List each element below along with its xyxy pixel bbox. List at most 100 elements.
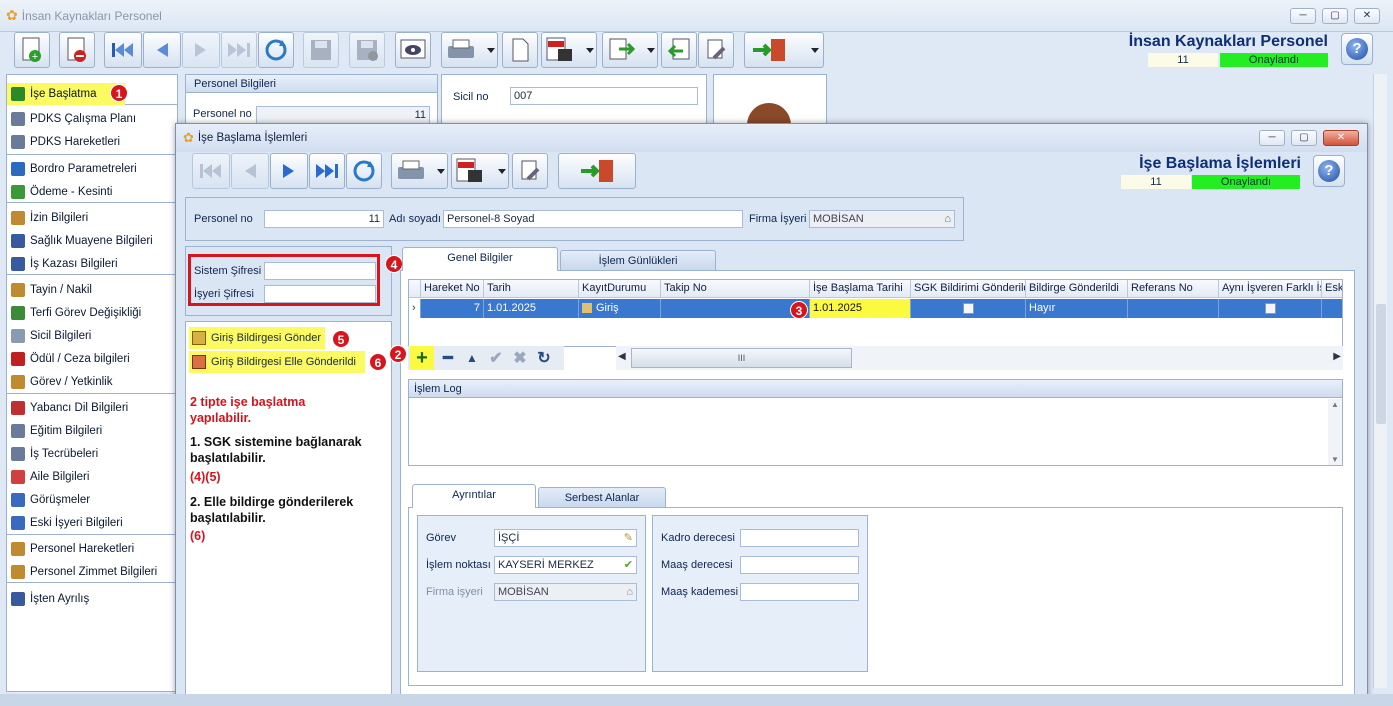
dialog-personel-no-field[interactable]: 11 [264,210,384,228]
dialog-refresh-button[interactable] [346,153,382,189]
sidebar-item-15[interactable]: Eğitim Bilgileri [7,420,177,442]
col-ise-baslama-tarihi[interactable]: İşe Başlama Tarihi [810,280,911,297]
refresh-button[interactable] [258,32,294,68]
exit-button[interactable] [744,32,824,68]
cell-sgk-bildirimi[interactable] [911,299,1026,318]
cell-eski[interactable] [1322,299,1342,318]
tab-serbest-alanlar[interactable]: Serbest Alanlar [538,487,666,509]
sidebar-item-14[interactable]: Yabancı Dil Bilgileri [7,397,177,419]
ayni-isveren-checkbox[interactable] [1264,302,1276,314]
sidebar-item-11[interactable]: Sicil Bilgileri [7,325,177,347]
sidebar-item-3[interactable]: PDKS Hareketleri [7,131,177,153]
cell-bildirge-gonderildi[interactable]: Hayır [1026,299,1128,318]
cell-kayit-durumu[interactable]: Giriş [579,299,661,318]
sidebar-item-7[interactable]: Sağlık Muayene Bilgileri [7,230,177,252]
save-button[interactable] [303,32,339,68]
move-up-button[interactable]: ▲ [460,346,484,370]
close-button[interactable]: ✕ [1354,8,1380,24]
confirm-button[interactable]: ✔ [484,346,508,370]
islem-noktasi-field[interactable]: KAYSERİ MERKEZ ✔ [494,556,637,574]
transfer-button[interactable] [602,32,658,68]
sicil-no-field[interactable]: 007 [510,87,698,105]
bank-icon[interactable]: ⌂ [944,211,951,227]
col-referans-no[interactable]: Referans No [1128,280,1219,297]
sidebar-item-6[interactable]: İzin Bilgileri [7,207,177,229]
new-record-button[interactable]: + [14,32,50,68]
dialog-export-pdf-button[interactable] [451,153,509,189]
sidebar-item-9[interactable]: Tayin / Nakil [7,279,177,301]
dialog-help-button[interactable]: ? [1313,155,1345,187]
col-ayni-isveren[interactable]: Aynı İşveren Farklı İş [1219,280,1322,297]
cancel-button[interactable]: ✖ [508,346,532,370]
next-record-button[interactable] [182,32,220,68]
firma-isyeri-field[interactable]: MOBİSAN ⌂ [809,210,955,228]
dialog-first-button[interactable] [192,153,230,189]
maas-kademesi-input[interactable] [740,583,859,601]
giris-bildirgesi-gonder-button[interactable]: Giriş Bildirgesi Gönder [189,327,325,349]
tab-ayrintilar[interactable]: Ayrıntılar [412,484,536,508]
dialog-print-button[interactable] [391,153,448,189]
sidebar-item-4[interactable]: Bordro Parametreleri [7,158,177,180]
col-eski[interactable]: Eski [1322,280,1342,297]
sidebar-item-22[interactable]: İşten Ayrılış [7,588,177,610]
sidebar-item-8[interactable]: İş Kazası Bilgileri [7,253,177,275]
preview-button[interactable] [395,32,431,68]
col-bildirge-gonderildi[interactable]: Bildirge Gönderildi [1026,280,1128,297]
col-sgk-bildirimi[interactable]: SGK Bildirimi Gönderildi [911,280,1026,297]
sidebar-item-12[interactable]: Ödül / Ceza bilgileri [7,348,177,370]
sidebar-item-19[interactable]: Eski İşyeri Bilgileri [7,512,177,534]
refresh-row-button[interactable]: ↻ [532,346,556,370]
attachment-button[interactable] [502,32,538,68]
adi-soyadi-field[interactable]: Personel-8 Soyad [443,210,743,228]
import-button[interactable] [661,32,697,68]
col-tarih[interactable]: Tarih [484,280,579,297]
gorev-field[interactable]: İŞÇİ ✎ [494,529,637,547]
giris-bildirgesi-elle-button[interactable]: Giriş Bildirgesi Elle Gönderildi [189,351,365,373]
delete-record-button[interactable] [59,32,95,68]
maas-derecesi-input[interactable] [740,556,859,574]
cell-ayni-isveren[interactable] [1219,299,1322,318]
cell-referans-no[interactable] [1128,299,1219,318]
cell-takip-no[interactable] [661,299,810,318]
maximize-button[interactable]: ▢ [1322,8,1348,24]
dialog-maximize-button[interactable]: ▢ [1291,130,1317,146]
check-icon[interactable]: ✔ [624,557,633,573]
minimize-button[interactable]: ─ [1290,8,1316,24]
dialog-last-button[interactable] [309,153,345,189]
cell-ise-baslama-tarihi[interactable]: 1.01.2025 [810,299,911,318]
sidebar-item-5[interactable]: Ödeme - Kesinti [7,181,177,203]
log-vertical-scrollbar[interactable]: ▲ ▼ [1328,399,1342,465]
export-pdf-button[interactable] [541,32,597,68]
cell-hareket-no[interactable]: 7 [421,299,484,318]
scroll-down-icon[interactable]: ▼ [1331,455,1339,464]
cell-tarih[interactable]: 1.01.2025 [484,299,579,318]
settings-button[interactable] [698,32,734,68]
personel-no-field[interactable]: 11 [256,106,430,124]
dialog-settings-button[interactable] [512,153,548,189]
first-record-button[interactable] [104,32,142,68]
print-button[interactable] [441,32,498,68]
grid-horizontal-scrollbar[interactable]: ◀ III ▶ [616,346,1343,370]
last-record-button[interactable] [221,32,257,68]
sidebar-item-21[interactable]: Personel Zimmet Bilgileri [7,561,177,583]
sidebar-item-18[interactable]: Görüşmeler [7,489,177,511]
table-row[interactable]: › 7 1.01.2025 Giriş 1.01.2025 Hayır [409,299,1342,318]
isyeri-sifresi-input[interactable] [264,285,376,303]
kadro-derecesi-input[interactable] [740,529,859,547]
col-kayit-durumu[interactable]: KayıtDurumu [579,280,661,297]
sistem-sifresi-input[interactable] [264,262,376,280]
col-takip-no[interactable]: Takip No [661,280,810,297]
sidebar-item-20[interactable]: Personel Hareketleri [7,538,177,560]
sidebar-item-13[interactable]: Görev / Yetkinlik [7,371,177,393]
scrollbar-thumb[interactable] [1376,304,1386,424]
cancel-save-button[interactable] [349,32,385,68]
scroll-up-icon[interactable]: ▲ [1331,400,1339,409]
sidebar-item-16[interactable]: İş Tecrübeleri [7,443,177,465]
sidebar-item-10[interactable]: Terfi Görev Değişikliği [7,302,177,324]
scroll-left-icon[interactable]: ◀ [618,351,626,362]
dialog-exit-button[interactable] [558,153,636,189]
tab-islem-gunlukleri[interactable]: İşlem Günlükleri [560,250,716,272]
dialog-next-button[interactable] [270,153,308,189]
col-hareket-no[interactable]: Hareket No [421,280,484,297]
add-row-button[interactable]: + [410,346,434,370]
